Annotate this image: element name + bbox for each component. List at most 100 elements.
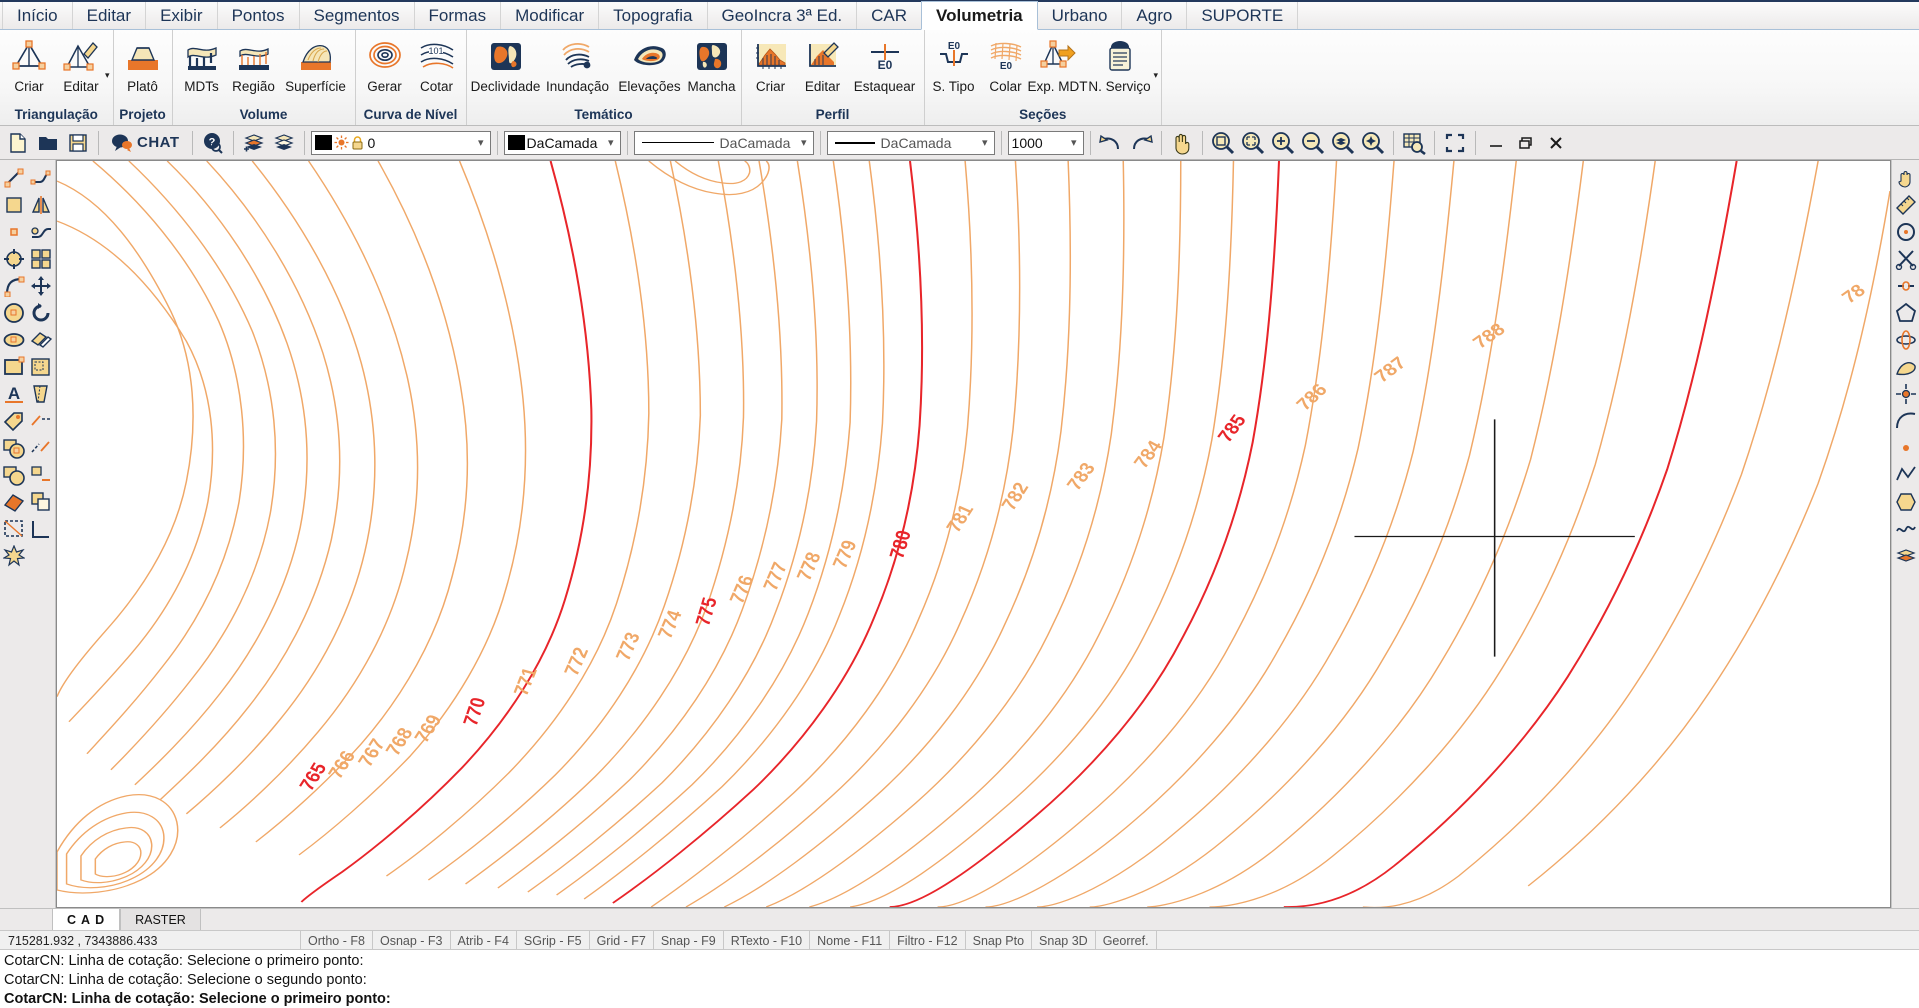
polygon-icon[interactable] (1892, 299, 1919, 326)
ribbon-button-editar[interactable]: Editar (55, 32, 107, 94)
ribbon-tab-agro[interactable]: Agro (1121, 2, 1187, 29)
zoom-point-icon[interactable] (1359, 129, 1387, 157)
ribbon-tab-exibir[interactable]: Exibir (145, 2, 218, 29)
arc-icon[interactable] (0, 272, 27, 299)
chevron-down-icon[interactable]: ▾ (474, 136, 488, 149)
document-tab-cad[interactable]: C A D (52, 909, 120, 930)
zoom-in-icon[interactable] (1269, 129, 1297, 157)
close-icon[interactable] (1542, 129, 1570, 157)
point-icon[interactable] (0, 218, 27, 245)
ribbon-button-inunda-o[interactable]: Inundação (542, 32, 614, 94)
status-toggle-snap-3d[interactable]: Snap 3D (1031, 931, 1095, 949)
break-line-icon[interactable] (27, 434, 54, 461)
tag-icon[interactable] (0, 407, 27, 434)
ribbon-button-gerar[interactable]: Gerar (359, 32, 411, 94)
ribbon-button-estaquear[interactable]: E0Estaquear (849, 32, 921, 94)
zoom-out-icon[interactable] (1299, 129, 1327, 157)
circle-icon[interactable] (0, 299, 27, 326)
measure-icon[interactable] (1892, 191, 1919, 218)
layers-tool-icon[interactable] (1892, 542, 1919, 569)
corner-icon[interactable] (27, 515, 54, 542)
zoom-layer-icon[interactable] (1329, 129, 1357, 157)
rectangle-icon[interactable] (0, 353, 27, 380)
offset-icon[interactable] (27, 326, 54, 353)
status-toggle-georref[interactable]: Georref. (1095, 931, 1157, 949)
ribbon-button-cotar[interactable]: 101Cotar (411, 32, 463, 94)
shape-icon[interactable] (1892, 353, 1919, 380)
ribbon-button-regi-o[interactable]: Região (228, 32, 280, 94)
hatch-icon[interactable] (0, 488, 27, 515)
status-toggle-snap-f9[interactable]: Snap - F9 (653, 931, 723, 949)
cut-icon[interactable] (1892, 245, 1919, 272)
status-toggle-ortho-f8[interactable]: Ortho - F8 (300, 931, 372, 949)
chain-icon[interactable] (1892, 272, 1919, 299)
status-toggle-snap-pto[interactable]: Snap Pto (965, 931, 1031, 949)
rotate-icon[interactable] (27, 299, 54, 326)
ribbon-tab-in-cio[interactable]: Início (2, 2, 73, 29)
line-icon[interactable] (0, 164, 27, 191)
ribbon-tab-editar[interactable]: Editar (72, 2, 146, 29)
polyline-smooth-icon[interactable] (27, 164, 54, 191)
open-file-icon[interactable] (34, 129, 62, 157)
node-icon[interactable] (0, 245, 27, 272)
chat-button[interactable]: CHAT (105, 129, 186, 157)
save-file-icon[interactable] (64, 129, 92, 157)
ribbon-tab-car[interactable]: CAR (856, 2, 922, 29)
lineweight-combo[interactable]: DaCamada ▾ (827, 131, 995, 155)
ribbon-button-plat[interactable]: Platô (117, 32, 169, 94)
trim-region-icon[interactable] (27, 353, 54, 380)
ribbon-button-superf-cie[interactable]: Superfície (280, 32, 352, 94)
chevron-down-icon[interactable]: ▾ (1067, 136, 1081, 149)
layers-add-icon[interactable] (240, 129, 268, 157)
status-toggle-osnap-f3[interactable]: Osnap - F3 (372, 931, 450, 949)
chevron-down-icon[interactable]: ▾ (978, 136, 992, 149)
undo-icon[interactable] (1097, 129, 1125, 157)
move-icon[interactable] (27, 272, 54, 299)
ellipse-icon[interactable] (0, 326, 27, 353)
text-icon[interactable]: A (0, 380, 27, 407)
ribbon-button-exp-mdt[interactable]: Exp. MDT (1032, 32, 1084, 94)
status-toggle-sgrip-f5[interactable]: SGrip - F5 (516, 931, 589, 949)
ribbon-tab-formas[interactable]: Formas (414, 2, 502, 29)
status-toggle-filtro-f12[interactable]: Filtro - F12 (889, 931, 964, 949)
hex-icon[interactable] (1892, 488, 1919, 515)
mirror-icon[interactable] (27, 191, 54, 218)
ribbon-tab-segmentos[interactable]: Segmentos (299, 2, 415, 29)
chevron-down-icon[interactable]: ▾ (797, 136, 811, 149)
status-toggle-atrib-f4[interactable]: Atrib - F4 (450, 931, 516, 949)
block-insert-icon[interactable] (0, 434, 27, 461)
node-tool-icon[interactable] (1892, 380, 1919, 407)
minimize-icon[interactable] (1482, 129, 1510, 157)
drawing-canvas[interactable]: 765 766 767 768 769 770 771 772 773 774 … (56, 160, 1891, 908)
dropdown-arrow-icon[interactable]: ▾ (1154, 70, 1159, 81)
ribbon-button-eleva-es[interactable]: Elevações (614, 32, 686, 94)
arc-tool-icon[interactable] (1892, 407, 1919, 434)
ribbon-button-declividade[interactable]: Declividade (470, 32, 542, 94)
status-toggle-rtexto-f10[interactable]: RTexto - F10 (723, 931, 809, 949)
table-search-icon[interactable] (1400, 129, 1428, 157)
dropdown-arrow-icon[interactable]: ▾ (105, 70, 110, 81)
wave-icon[interactable] (1892, 515, 1919, 542)
command-line-history[interactable]: CotarCN: Linha de cotação: Selecione o p… (0, 950, 1919, 1008)
ribbon-tab-urbano[interactable]: Urbano (1037, 2, 1123, 29)
ribbon-button-s-tipo[interactable]: E0S. Tipo (928, 32, 980, 94)
divide-line-icon[interactable] (27, 407, 54, 434)
contour-map[interactable]: 765 766 767 768 769 770 771 772 773 774 … (57, 161, 1890, 907)
color-combo[interactable]: DaCamada ▾ (504, 131, 621, 155)
chevron-down-icon[interactable]: ▾ (604, 136, 618, 149)
ribbon-tab-topografia[interactable]: Topografia (598, 2, 707, 29)
explode-icon[interactable] (0, 542, 27, 569)
fullscreen-icon[interactable] (1441, 129, 1469, 157)
ribbon-tab-geoincra-3-ed[interactable]: GeoIncra 3ª Ed. (707, 2, 858, 29)
ribbon-button-mdts[interactable]: MDTs (176, 32, 228, 94)
poly-icon[interactable] (1892, 461, 1919, 488)
status-toggle-grid-f7[interactable]: Grid - F7 (589, 931, 653, 949)
grid-array-icon[interactable] (27, 245, 54, 272)
circle-tool-icon[interactable] (1892, 218, 1919, 245)
arc-3pt-icon[interactable] (0, 191, 27, 218)
linetype-combo[interactable]: DaCamada ▾ (634, 131, 814, 155)
scale-combo[interactable]: 1000 ▾ (1008, 131, 1084, 155)
layers-icon[interactable] (270, 129, 298, 157)
pan-hand-icon[interactable] (1168, 129, 1196, 157)
help-search-icon[interactable]: ? (199, 129, 227, 157)
